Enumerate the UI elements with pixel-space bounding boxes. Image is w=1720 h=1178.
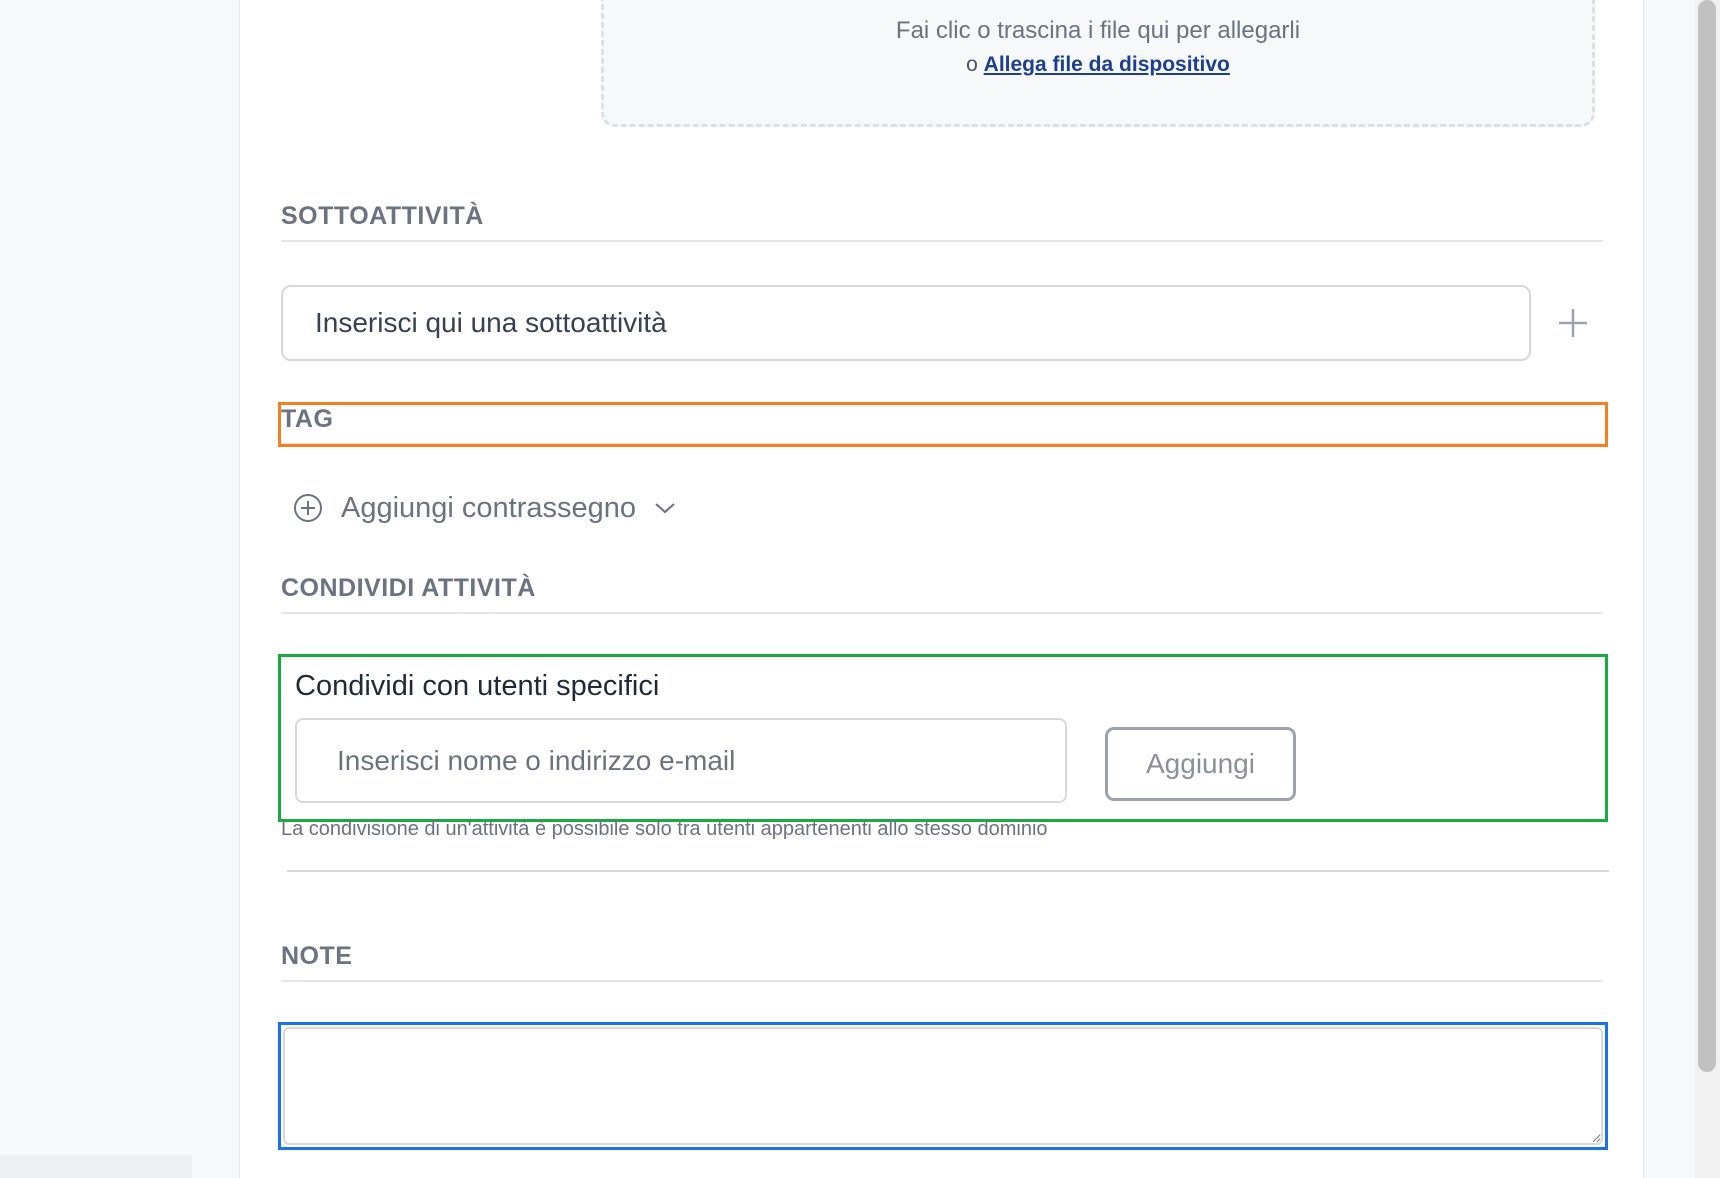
attach-from-device-link[interactable]: Allega file da dispositivo (984, 53, 1230, 76)
notes-header: NOTE (281, 940, 1603, 982)
task-detail-panel: Fai clic o trascina i file qui per alleg… (239, 0, 1644, 1178)
tag-header-highlight (278, 402, 1608, 447)
share-header: CONDIVIDI ATTIVITÀ (281, 572, 1603, 614)
add-tag-button[interactable]: Aggiungi contrassegno (293, 488, 676, 528)
add-circle-icon (294, 494, 322, 522)
share-divider (287, 870, 1609, 872)
dropzone-text: Fai clic o trascina i file qui per alleg… (895, 17, 1301, 44)
add-user-button[interactable]: Aggiungi (1105, 727, 1296, 801)
add-tag-label: Aggiungi contrassegno (341, 491, 637, 524)
share-users-label: Condividi con utenti specifici (295, 670, 660, 702)
share-header-label: CONDIVIDI ATTIVITÀ (281, 574, 536, 602)
subtask-input[interactable] (281, 285, 1531, 361)
left-footer-strip (0, 1155, 192, 1178)
subtasks-header: SOTTOATTIVITÀ (281, 200, 1603, 242)
scrollbar-thumb[interactable] (1698, 0, 1716, 1072)
notes-textarea[interactable] (283, 1027, 1603, 1145)
subtasks-header-label: SOTTOATTIVITÀ (281, 202, 484, 230)
notes-header-label: NOTE (281, 942, 353, 970)
dropzone-link-row: o Allega file da dispositivo (604, 53, 1592, 77)
chevron-down-icon (655, 503, 675, 514)
attachment-dropzone[interactable]: Fai clic o trascina i file qui per alleg… (601, 0, 1595, 127)
dropzone-or: o (966, 53, 978, 76)
share-hint: La condivisione di un'attività è possibi… (281, 818, 1048, 840)
share-user-input[interactable] (295, 718, 1067, 803)
plus-icon[interactable] (1555, 305, 1591, 341)
